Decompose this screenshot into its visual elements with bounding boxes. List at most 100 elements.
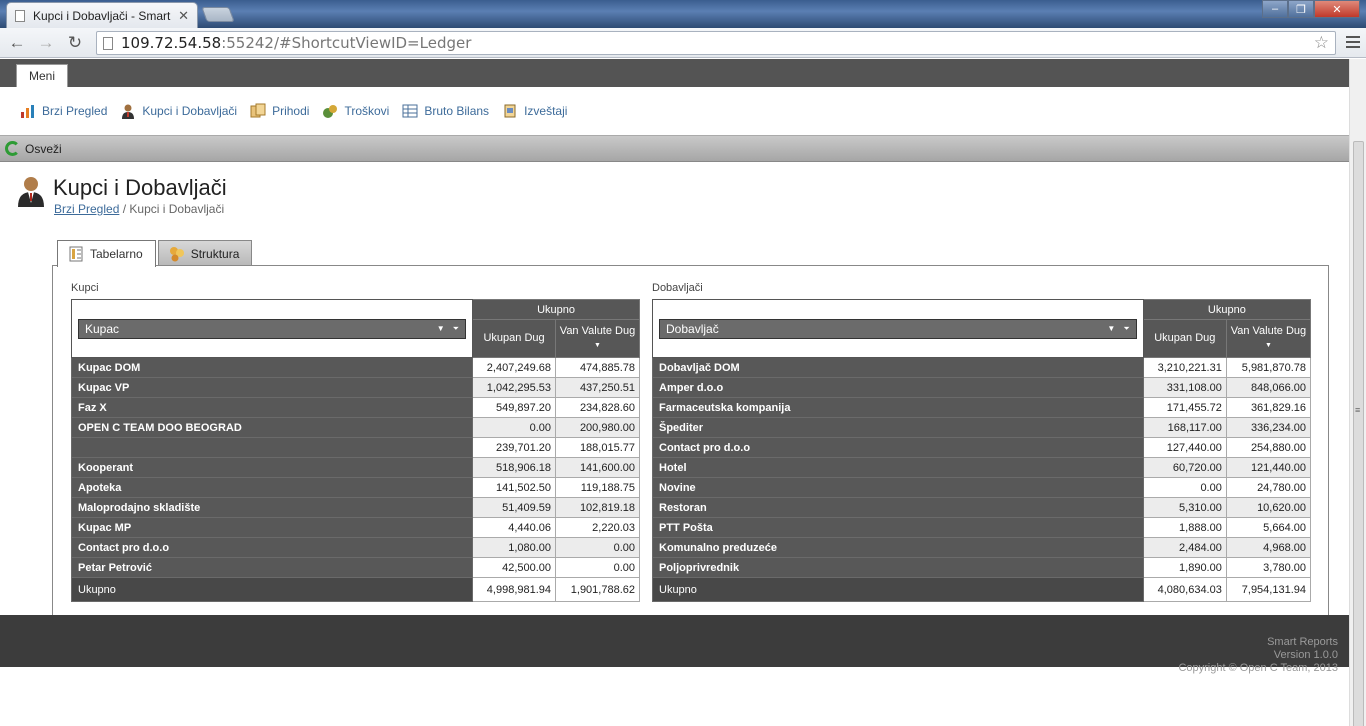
menu-tab[interactable]: Meni	[16, 64, 69, 87]
breadcrumb-current: Kupci i Dobavljači	[129, 202, 225, 216]
ukupan-dug-cell: 60,720.00	[1142, 457, 1227, 478]
grid-label: Dobavljači	[652, 282, 703, 294]
row-label: Faz X	[70, 397, 474, 418]
column-header-ukupan-dug[interactable]: Ukupan Dug	[472, 319, 557, 358]
tab-struktura[interactable]: Struktura	[157, 240, 253, 266]
ukupan-dug-cell: 331,108.00	[1142, 377, 1227, 398]
reload-icon[interactable]: ↻	[64, 32, 86, 54]
sort-desc-icon: ▼	[594, 342, 601, 349]
ukupan-dug-cell: 2,484.00	[1142, 537, 1227, 558]
van-valute-dug-cell: 474,885.78	[555, 357, 640, 378]
back-arrow-icon[interactable]: ←	[6, 32, 28, 54]
address-bar[interactable]: 109.72.54.58:55242/#ShortcutViewID=Ledge…	[96, 31, 1336, 55]
table-row[interactable]: Špediter 168,117.00 336,234.00	[652, 417, 1312, 438]
report-icon	[504, 104, 516, 118]
breadcrumb-link[interactable]: Brzi Pregled	[54, 202, 119, 216]
ribbon-item-brzi-pregled[interactable]: Brzi Pregled	[20, 103, 107, 119]
tab-tabelarno[interactable]: Tabelarno	[57, 240, 156, 267]
chevron-down-icon[interactable]: ▼	[1107, 324, 1115, 333]
ukupan-dug-cell: 42,500.00	[472, 557, 557, 578]
filter-icon[interactable]: ⏷	[1123, 324, 1129, 334]
van-valute-dug-cell: 336,234.00	[1225, 417, 1312, 438]
column-header-ukupan-dug[interactable]: Ukupan Dug	[1142, 319, 1227, 358]
table-row[interactable]: Faz X 549,897.20 234,828.60	[70, 397, 640, 418]
table-row[interactable]: Poljoprivrednik 1,890.00 3,780.00	[652, 557, 1312, 578]
dobavljac-filter-dropdown[interactable]: Dobavljač ▼ ⏷	[659, 318, 1137, 339]
page-title: Kupci i Dobavljači	[53, 175, 227, 200]
total-ukupan-dug: 4,080,634.03	[1142, 577, 1227, 602]
column-header-van-valute-dug[interactable]: Van Valute Dug ▼	[1225, 319, 1312, 358]
ribbon-item-prihodi[interactable]: Prihodi	[250, 103, 309, 119]
total-row: Ukupno 4,080,634.03 7,954,131.94	[652, 577, 1312, 602]
table-row[interactable]: Kupac DOM 2,407,249.68 474,885.78	[70, 357, 640, 378]
ribbon-item-troskovi[interactable]: Troškovi	[322, 103, 389, 119]
bookmark-star-icon[interactable]: ☆	[1314, 33, 1329, 53]
table-row[interactable]: Apoteka 141,502.50 119,188.75	[70, 477, 640, 498]
table-row[interactable]: Contact pro d.o.o 127,440.00 254,880.00	[652, 437, 1312, 458]
tab-panel: Kupci Kupac ▼ ⏷ Ukupno Ukupan Dug Van Va…	[52, 265, 1329, 617]
ukupan-dug-cell: 4,440.06	[472, 517, 557, 538]
table-row[interactable]: Amper d.o.o 331,108.00 848,066.00	[652, 377, 1312, 398]
person-icon	[18, 177, 44, 207]
table-row[interactable]: Restoran 5,310.00 10,620.00	[652, 497, 1312, 518]
row-label: Dobavljač DOM	[652, 357, 1144, 378]
table-row[interactable]: Maloprodajno skladište 51,409.59 102,819.1…	[70, 497, 640, 518]
table-row[interactable]: Komunalno preduzeće 2,484.00 4,968.00	[652, 537, 1312, 558]
minimize-button[interactable]: –	[1262, 0, 1288, 18]
ribbon-item-izvestaji[interactable]: Izveštaji	[502, 103, 567, 119]
total-ukupan-dug: 4,998,981.94	[472, 577, 557, 602]
table-row[interactable]: Farmaceutska kompanija 171,455.72 361,829.…	[652, 397, 1312, 418]
table-row[interactable]: Contact pro d.o.o 1,080.00 0.00	[70, 537, 640, 558]
table-row[interactable]: Hotel 60,720.00 121,440.00	[652, 457, 1312, 478]
row-label: Komunalno preduzeće	[652, 537, 1144, 558]
table-row[interactable]: Kupac MP 4,440.06 2,220.03	[70, 517, 640, 538]
kupac-filter-dropdown[interactable]: Kupac ▼ ⏷	[78, 318, 467, 339]
filter-icon[interactable]: ⏷	[453, 324, 459, 334]
new-tab-button[interactable]	[201, 7, 235, 22]
refresh-icon[interactable]	[5, 141, 20, 156]
row-label: Contact pro d.o.o	[70, 537, 474, 558]
scrollbar-thumb[interactable]	[1353, 141, 1364, 726]
table-row[interactable]: Petar Petrović 42,500.00 0.00	[70, 557, 640, 578]
row-label: Špediter	[652, 417, 1144, 438]
total-van-valute-dug: 7,954,131.94	[1225, 577, 1312, 602]
column-header-van-valute-dug[interactable]: Van Valute Dug ▼	[555, 319, 640, 358]
table-row[interactable]: Dobavljač DOM 3,210,221.31 5,981,870.78	[652, 357, 1312, 378]
browser-menu-icon[interactable]	[1344, 33, 1362, 51]
ribbon-item-bruto-bilans[interactable]: Bruto Bilans	[402, 103, 489, 119]
ukupan-dug-cell: 171,455.72	[1142, 397, 1227, 418]
close-window-button[interactable]: ✕	[1314, 0, 1360, 18]
row-label: Kooperant	[70, 457, 474, 478]
maximize-button[interactable]: ❐	[1288, 0, 1314, 18]
table-row[interactable]: OPEN C TEAM DOO BEOGRAD 0.00 200,980.00	[70, 417, 640, 438]
row-label: Contact pro d.o.o	[652, 437, 1144, 458]
ukupan-dug-cell: 1,888.00	[1142, 517, 1227, 538]
ukupan-dug-cell: 3,210,221.31	[1142, 357, 1227, 378]
refresh-button[interactable]: Osveži	[25, 142, 62, 156]
table-row[interactable]: PTT Pošta 1,888.00 5,664.00	[652, 517, 1312, 538]
ukupan-dug-cell: 1,042,295.53	[472, 377, 557, 398]
van-valute-dug-cell: 5,981,870.78	[1225, 357, 1312, 378]
ribbon-item-kupci-dobavljaci[interactable]: Kupci i Dobavljači	[120, 103, 237, 119]
row-label: Kupac DOM	[70, 357, 474, 378]
table-icon	[69, 246, 83, 262]
table-row[interactable]: 239,701.20 188,015.77	[70, 437, 640, 458]
footer: Smart Reports Version 1.0.0 Copyright © …	[0, 615, 1349, 674]
structure-icon	[169, 246, 184, 261]
van-valute-dug-cell: 5,664.00	[1225, 517, 1312, 538]
browser-tab[interactable]: Kupci i Dobavljači - Smart ✕	[6, 2, 198, 28]
forward-arrow-icon[interactable]: →	[35, 32, 57, 54]
table-row[interactable]: Kupac VP 1,042,295.53 437,250.51	[70, 377, 640, 398]
chart-icon	[21, 105, 34, 118]
row-label: Farmaceutska kompanija	[652, 397, 1144, 418]
van-valute-dug-cell: 141,600.00	[555, 457, 640, 478]
van-valute-dug-cell: 119,188.75	[555, 477, 640, 498]
chevron-down-icon[interactable]: ▼	[437, 324, 445, 333]
table-row[interactable]: Kooperant 518,906.18 141,600.00	[70, 457, 640, 478]
dobavljaci-grid: Dobavljači Dobavljač ▼ ⏷ Ukupno Ukupan D…	[652, 277, 1312, 602]
table-row[interactable]: Novine 0.00 24,780.00	[652, 477, 1312, 498]
vertical-scrollbar[interactable]: ≡	[1349, 59, 1366, 726]
van-valute-dug-cell: 437,250.51	[555, 377, 640, 398]
close-tab-icon[interactable]: ✕	[178, 8, 189, 24]
van-valute-dug-cell: 102,819.18	[555, 497, 640, 518]
